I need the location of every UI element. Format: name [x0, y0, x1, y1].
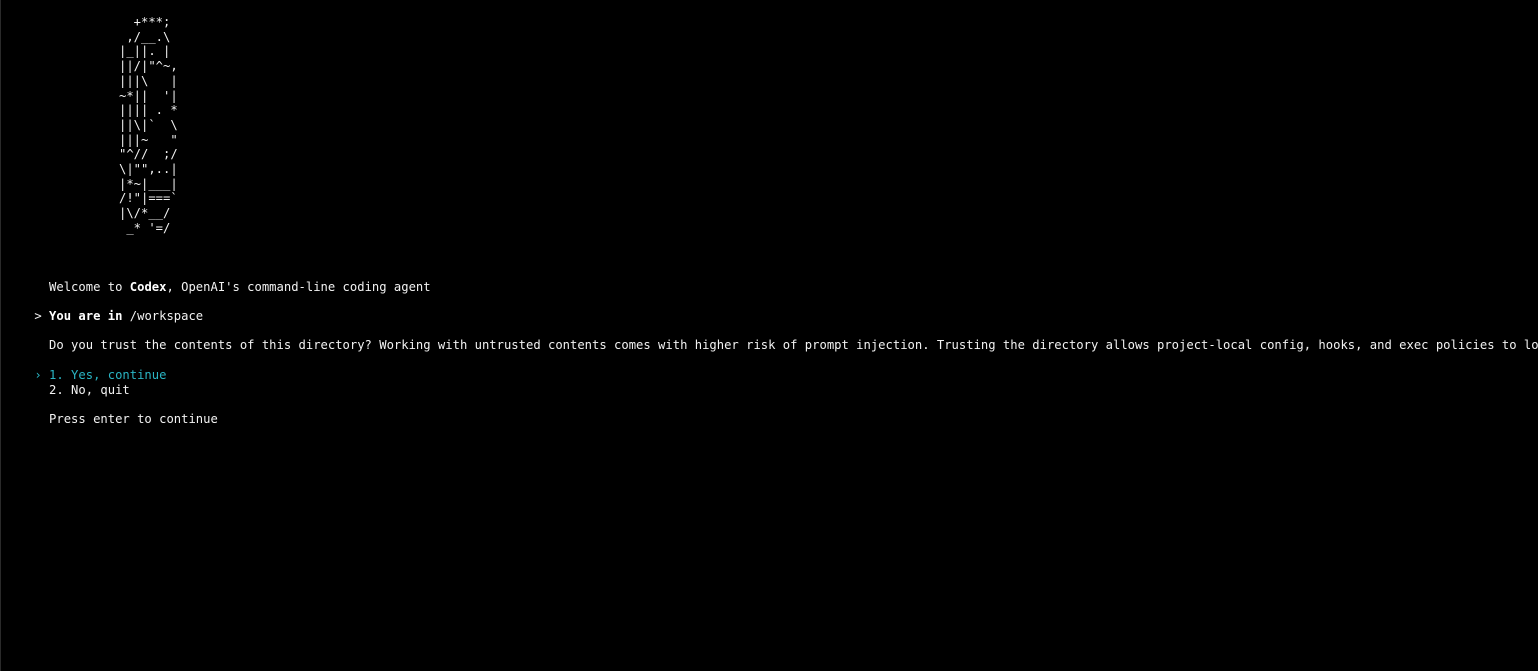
welcome-line: Welcome to Codex, OpenAI's command-line … [5, 265, 431, 294]
location-line: > You are in /workspace [5, 294, 203, 323]
option-no-quit[interactable]: 2. No, quit [5, 368, 130, 397]
prompt-symbol: > [34, 309, 42, 323]
workspace-path: /workspace [129, 309, 204, 323]
product-name: Codex [129, 280, 167, 294]
welcome-prefix: Welcome to [49, 280, 130, 294]
trust-question: Do you trust the contents of this direct… [5, 323, 1538, 352]
terminal-window[interactable]: +***; ,/__.\ |_||. | ||/|"^~, |||\ | ~*|… [0, 0, 1538, 671]
trust-question-text: Do you trust the contents of this direct… [49, 338, 1538, 352]
welcome-suffix: , OpenAI's command-line coding agent [166, 280, 431, 294]
enter-hint-text: Press enter to continue [49, 412, 218, 426]
location-label: You are in [49, 309, 123, 323]
option-yes-continue[interactable]: › 1. Yes, continue [5, 353, 166, 382]
codex-ascii-logo: +***; ,/__.\ |_||. | ||/|"^~, |||\ | ~*|… [119, 15, 178, 235]
enter-hint: Press enter to continue [5, 397, 218, 426]
option-label: 2. No, quit [49, 383, 130, 397]
